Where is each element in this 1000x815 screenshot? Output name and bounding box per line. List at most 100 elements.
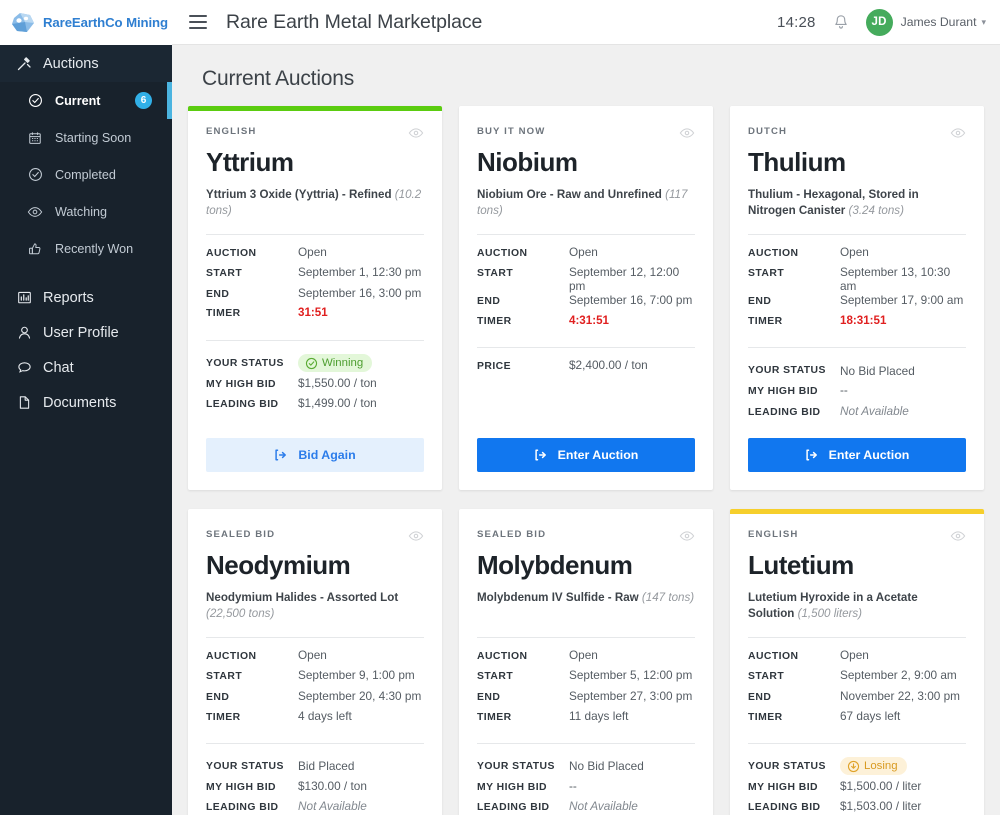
auction-card[interactable]: SEALED BID Molybdenum Molybdenum IV Sulfid…: [459, 509, 713, 815]
sidebar-item-label: Current: [55, 93, 101, 108]
row-label: END: [206, 288, 230, 300]
bid-rows: YOUR STATUS Bid Placed MY HIGH BID $130.00 …: [206, 744, 424, 815]
bell-icon[interactable]: [833, 14, 849, 31]
sidebar-section-auctions[interactable]: Auctions: [0, 45, 172, 82]
row-label: AUCTION: [748, 247, 799, 259]
status-badge-label: Winning: [322, 357, 364, 370]
sidebar-item-starting-soon[interactable]: Starting Soon: [0, 119, 172, 156]
calendar-icon: [27, 130, 43, 146]
row-value: No Bid Placed: [840, 363, 915, 378]
row-label: LEADING BID: [748, 406, 821, 418]
row-label: YOUR STATUS: [477, 760, 555, 772]
lot-description: Neodymium Halides - Assorted Lot (22,500…: [206, 590, 424, 624]
lot-description-text: Yttrium 3 Oxide (Yyttria) - Refined: [206, 187, 392, 201]
auction-card[interactable]: BUY IT NOW Niobium Niobium Ore - Raw and U…: [459, 106, 713, 491]
enter-auction-button[interactable]: Enter Auction: [748, 438, 966, 473]
bid-rows: PRICE $2,400.00 / ton: [477, 348, 695, 379]
card-header: SEALED BID Molybdenum Molybdenum IV Sulfid…: [477, 514, 695, 624]
user-menu[interactable]: JD James Durant ▾: [865, 8, 986, 36]
lot-quantity: (147 tons): [641, 590, 695, 604]
row-label: START: [748, 268, 785, 280]
row-my-high-bid: MY HIGH BID --: [477, 779, 695, 800]
row-label: LEADING BID: [477, 802, 550, 814]
sidebar-item-documents[interactable]: Documents: [0, 385, 172, 420]
watch-eye-icon[interactable]: [950, 126, 966, 142]
sidebar-item-watching[interactable]: Watching: [0, 193, 172, 230]
row-end: END September 16, 3:00 pm: [206, 286, 424, 307]
topbar-right: 14:28 JD James Durant ▾: [777, 8, 986, 36]
brand[interactable]: RareEarthCo Mining: [0, 0, 172, 45]
watch-eye-icon[interactable]: [679, 529, 695, 545]
sidebar-item-user-profile[interactable]: User Profile: [0, 315, 172, 350]
row-your-status: YOUR STATUS No Bid Placed: [748, 358, 966, 383]
sidebar-item-current[interactable]: Current 6: [0, 82, 172, 119]
row-label: END: [748, 296, 772, 308]
row-label: TIMER: [206, 712, 241, 724]
row-start: START September 13, 10:30 am: [748, 265, 966, 293]
row-label: TIMER: [748, 712, 783, 724]
auction-detail-rows: AUCTION Open START September 2, 9:00 am END N…: [748, 638, 966, 730]
bid-again-button[interactable]: Bid Again: [206, 438, 424, 473]
card-header: ENGLISH Yttrium Yttrium 3 Oxide (Yyttria) …: [206, 111, 424, 221]
gavel-icon: [16, 56, 32, 72]
row-label: TIMER: [206, 308, 241, 320]
auction-card[interactable]: ENGLISH Lutetium Lutetium Hyroxide in a Ac…: [730, 509, 984, 815]
metal-name: Yttrium: [206, 147, 294, 177]
row-value: $130.00 / ton: [298, 778, 367, 793]
row-value: September 1, 12:30 pm: [298, 265, 422, 280]
metal-name: Thulium: [748, 147, 846, 177]
row-timer: TIMER 18:31:51: [748, 314, 966, 335]
row-label: MY HIGH BID: [206, 781, 276, 793]
app-root: RareEarthCo Mining Auctions Current 6 St…: [0, 0, 1000, 815]
row-value: --: [840, 383, 848, 398]
row-label: AUCTION: [206, 650, 257, 662]
sidebar-item-recently-won[interactable]: Recently Won: [0, 230, 172, 267]
auction-card[interactable]: ENGLISH Yttrium Yttrium 3 Oxide (Yyttria) …: [188, 106, 442, 491]
row-value: $1,499.00 / ton: [298, 396, 377, 411]
row-value: $1,550.00 / ton: [298, 375, 377, 390]
card-spacer: [206, 417, 424, 425]
row-value: September 2, 9:00 am: [840, 668, 957, 683]
watch-eye-icon[interactable]: [950, 529, 966, 545]
auction-detail-rows: AUCTION Open START September 13, 10:30 am EN…: [748, 235, 966, 335]
user-icon: [16, 325, 32, 341]
avatar: JD: [865, 8, 893, 36]
row-timer: TIMER 31:51: [206, 306, 424, 327]
row-label: LEADING BID: [748, 802, 821, 814]
sidebar-item-reports[interactable]: Reports: [0, 280, 172, 315]
watch-eye-icon[interactable]: [408, 529, 424, 545]
row-label: START: [206, 671, 243, 683]
row-label: START: [477, 268, 514, 280]
sidebar-item-label: Watching: [55, 204, 108, 219]
row-your-status: YOUR STATUS Winning: [206, 351, 424, 376]
sidebar-item-chat[interactable]: Chat: [0, 350, 172, 385]
row-auction: AUCTION Open: [748, 648, 966, 669]
row-label: END: [477, 691, 501, 703]
status-badge: Winning: [298, 354, 373, 373]
row-label: TIMER: [477, 712, 512, 724]
auction-type-label: ENGLISH: [206, 126, 257, 137]
sidebar-item-completed[interactable]: Completed: [0, 156, 172, 193]
brand-name: RareEarthCo Mining: [43, 15, 168, 30]
clock: 14:28: [777, 13, 816, 31]
row-value: $1,503.00 / liter: [840, 799, 922, 814]
lot-quantity: (22,500 tons): [206, 607, 275, 621]
status-badge: Losing: [840, 757, 907, 776]
row-value: $1,500.00 / liter: [840, 778, 922, 793]
row-end: END September 20, 4:30 pm: [206, 689, 424, 710]
row-value: 67 days left: [840, 709, 901, 724]
sidebar-item-label: Documents: [43, 394, 117, 411]
sidebar-divider-gap: [0, 267, 172, 280]
enter-auction-button[interactable]: Enter Auction: [477, 438, 695, 473]
hamburger-icon[interactable]: [189, 15, 207, 29]
row-auction: AUCTION Open: [206, 648, 424, 669]
row-label: YOUR STATUS: [206, 760, 284, 772]
user-name: James Durant: [900, 15, 977, 29]
row-value: September 20, 4:30 pm: [298, 688, 422, 703]
auction-card[interactable]: DUTCH Thulium Thulium - Hexagonal, Stored …: [730, 106, 984, 491]
bid-rows: YOUR STATUS No Bid Placed MY HIGH BID -- LEA…: [477, 744, 695, 815]
watch-eye-icon[interactable]: [408, 126, 424, 142]
watch-eye-icon[interactable]: [679, 126, 695, 142]
row-label: MY HIGH BID: [748, 781, 818, 793]
auction-card[interactable]: SEALED BID Neodymium Neodymium Halides - A…: [188, 509, 442, 815]
